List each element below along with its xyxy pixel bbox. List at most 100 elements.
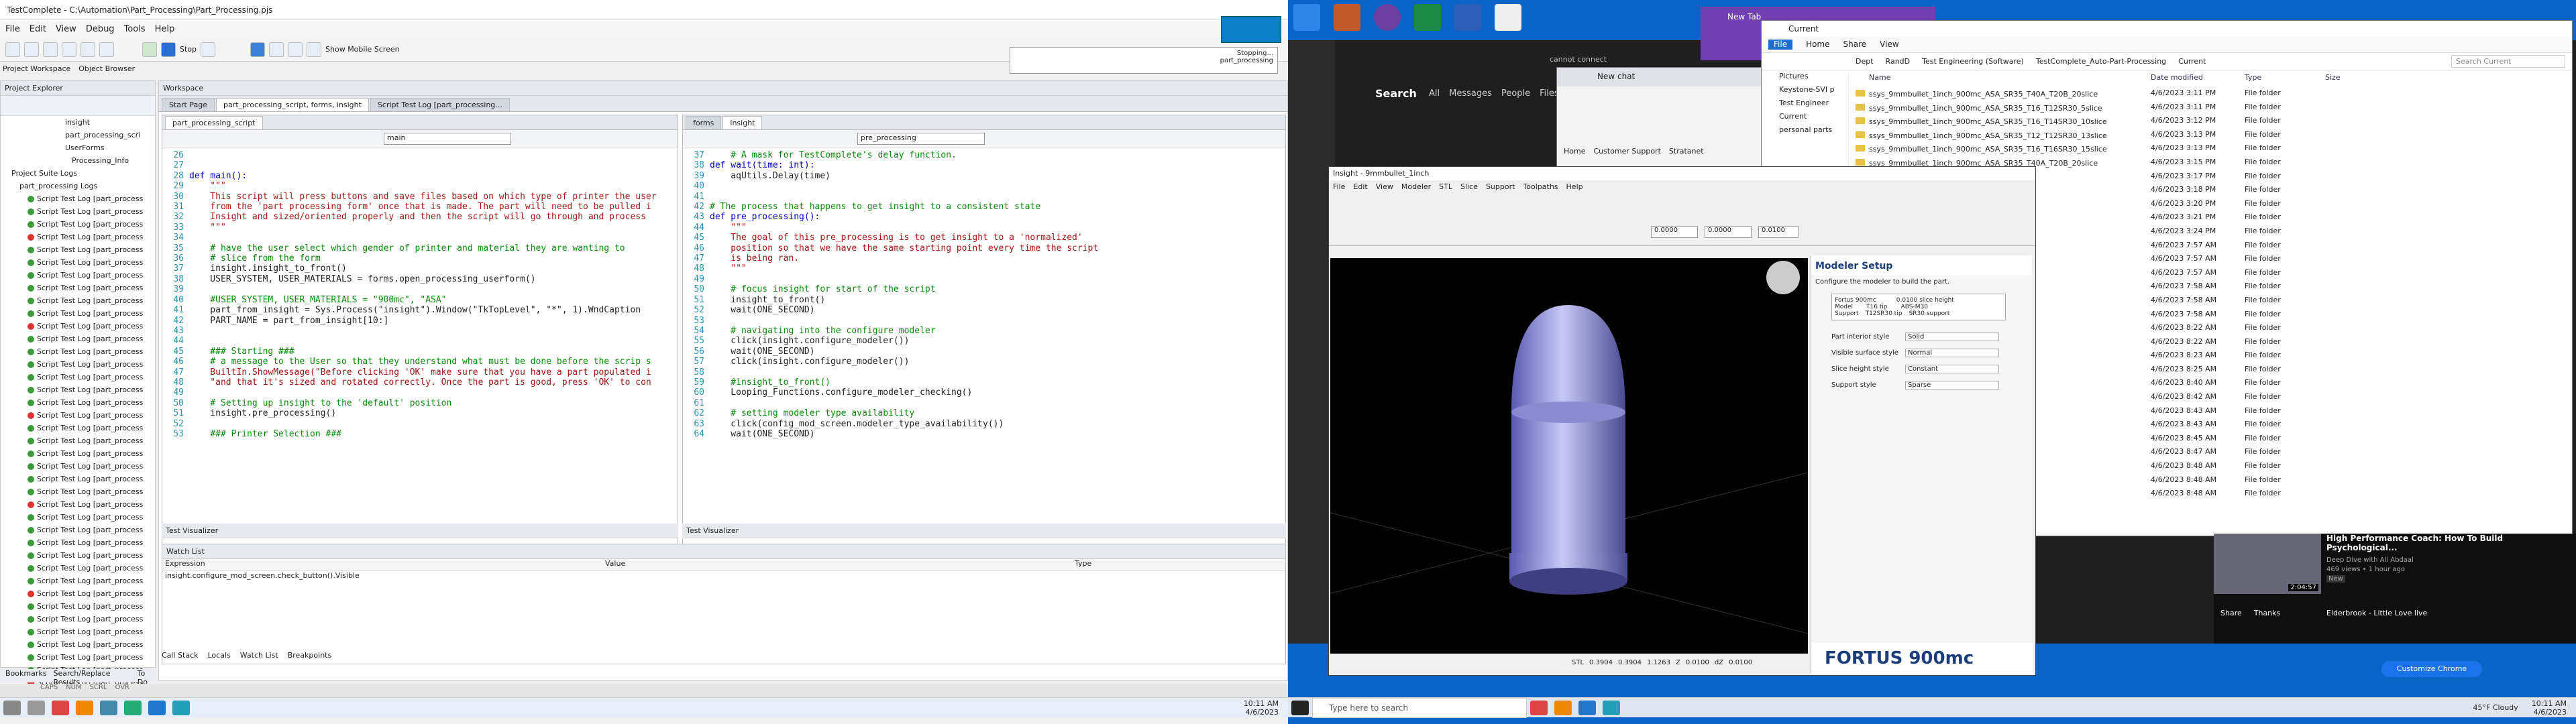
record-icon[interactable] <box>201 42 216 57</box>
tree-suite-logs[interactable]: Project Suite Logs <box>5 167 155 180</box>
log-item[interactable]: Script Test Log [part_process <box>5 434 155 447</box>
header-name[interactable]: Name <box>1856 73 2151 86</box>
tree-logs-root[interactable]: part_processing Logs <box>5 180 155 192</box>
tree-insight[interactable]: insight <box>5 116 155 129</box>
windows-start-icon[interactable] <box>1291 700 1309 715</box>
vscode-taskbar-icon[interactable] <box>1578 700 1596 715</box>
log-item[interactable]: Script Test Log [part_process <box>5 562 155 575</box>
address-bar[interactable]: Dept RandD Test Engineering (Software) T… <box>1762 53 2572 70</box>
firefox-icon[interactable] <box>76 700 93 715</box>
tab-insight[interactable]: insight <box>722 116 763 129</box>
field-x[interactable]: 0.0000 <box>1651 226 1698 238</box>
log-item[interactable]: Script Test Log [part_process <box>5 409 155 422</box>
insight-menu-view[interactable]: View <box>1376 182 1393 193</box>
path-tc-auto[interactable]: TestComplete_Auto-Part-Processing <box>2036 57 2166 66</box>
log-item[interactable]: Script Test Log [part_process <box>5 205 155 218</box>
nav-current[interactable]: Current <box>1762 112 1848 125</box>
bookmark-support[interactable]: Customer Support <box>1593 147 1660 156</box>
file-icon[interactable] <box>1495 4 1521 31</box>
tree-userforms[interactable]: UserForms <box>5 141 155 154</box>
tab-start-page[interactable]: Start Page <box>162 98 215 111</box>
weather[interactable]: 45°F Cloudy <box>2473 703 2532 712</box>
log-item[interactable]: Script Test Log [part_process <box>5 396 155 409</box>
start-icon[interactable] <box>3 700 21 715</box>
cut-icon[interactable] <box>62 42 76 57</box>
new-icon[interactable] <box>5 42 20 57</box>
tab-breakpoints[interactable]: Breakpoints <box>288 651 332 664</box>
field-y[interactable]: 0.0000 <box>1705 226 1752 238</box>
tab-bookmarks[interactable]: Bookmarks <box>5 669 46 682</box>
paste-icon[interactable] <box>99 42 114 57</box>
tab-locals[interactable]: Locals <box>207 651 230 664</box>
log-item[interactable]: Script Test Log [part_process <box>5 536 155 549</box>
desktop-app-icon-4[interactable] <box>1414 4 1441 31</box>
log-item[interactable]: Script Test Log [part_process <box>5 524 155 536</box>
ribbon-home[interactable]: Home <box>1806 40 1829 50</box>
testcomplete-taskbar-icon[interactable] <box>1603 700 1620 715</box>
nav-test-engineer[interactable]: Test Engineer <box>1762 99 1848 112</box>
insight-menu-file[interactable]: File <box>1333 182 1345 193</box>
log-item[interactable]: Script Test Log [part_process <box>5 511 155 524</box>
video-channel[interactable]: Deep Dive with Ali Abdaal <box>2326 556 2414 564</box>
log-item[interactable]: Script Test Log [part_process <box>5 600 155 613</box>
path-randd[interactable]: RandD <box>1886 57 1911 66</box>
log-item[interactable]: Script Test Log [part_process <box>5 231 155 243</box>
tab-watch-list[interactable]: Watch List <box>240 651 278 664</box>
function-dropdown[interactable]: main <box>384 133 511 145</box>
axis-gizmo-icon[interactable] <box>1766 261 1800 294</box>
ribbon-view[interactable]: View <box>1880 40 1898 50</box>
header-type[interactable]: Type <box>2245 73 2325 86</box>
insight-menu-slice[interactable]: Slice <box>1460 182 1478 193</box>
bookmark-stratanet[interactable]: Stratanet <box>1669 147 1704 156</box>
insight-menu-edit[interactable]: Edit <box>1353 182 1367 193</box>
teams-tab-people[interactable]: People <box>1501 88 1530 99</box>
menu-debug[interactable]: Debug <box>86 24 115 34</box>
header-size[interactable]: Size <box>2325 73 2341 86</box>
tab-search-replace[interactable]: Search/Replace Results <box>53 669 130 686</box>
insight-menu-support[interactable]: Support <box>1486 182 1515 193</box>
tab-todo[interactable]: To Do <box>138 669 156 686</box>
excel-icon[interactable] <box>124 700 142 715</box>
watch-row[interactable]: insight.configure_mod_screen.check_butto… <box>162 571 1285 583</box>
log-item[interactable]: Script Test Log [part_process <box>5 345 155 358</box>
menu-tools[interactable]: Tools <box>124 24 146 34</box>
tree-processing-info[interactable]: Processing_Info <box>5 154 155 167</box>
mobile-icon[interactable] <box>307 42 322 57</box>
video-title[interactable]: High Performance Coach: How To Build Psy… <box>2326 534 2568 552</box>
copy-icon[interactable] <box>80 42 95 57</box>
insight-menu-stl[interactable]: STL <box>1439 182 1452 193</box>
tab-script-forms-insight[interactable]: part_processing_script, forms, insight <box>216 98 369 111</box>
log-item[interactable]: Script Test Log [part_process <box>5 243 155 256</box>
modeler-row-select[interactable]: Normal <box>1905 348 1999 357</box>
firefox-taskbar-icon[interactable] <box>1554 700 1572 715</box>
path-current[interactable]: Current <box>2178 57 2206 66</box>
desktop-app-icon-1[interactable] <box>1293 4 1320 31</box>
testcomplete-icon[interactable] <box>172 700 190 715</box>
log-item[interactable]: Script Test Log [part_process <box>5 371 155 383</box>
log-item[interactable]: Script Test Log [part_process <box>5 575 155 587</box>
menu-view[interactable]: View <box>56 24 76 34</box>
pause-icon[interactable] <box>250 42 266 57</box>
step-icon[interactable] <box>269 42 284 57</box>
nav-personal-parts[interactable]: personal parts <box>1762 125 1848 139</box>
search-icon[interactable] <box>28 700 45 715</box>
save-icon[interactable] <box>43 42 58 57</box>
menu-edit[interactable]: Edit <box>30 24 46 34</box>
log-item[interactable]: Script Test Log [part_process <box>5 307 155 320</box>
insight-menu-toolpaths[interactable]: Toolpaths <box>1523 182 1558 193</box>
tab-project-workspace[interactable]: Project Workspace <box>3 64 70 78</box>
ribbon-share[interactable]: Share <box>1843 40 1867 50</box>
mobile-screen-label[interactable]: Show Mobile Screen <box>325 45 400 54</box>
log-item[interactable]: Script Test Log [part_process <box>5 549 155 562</box>
bookmark-home[interactable]: Home <box>1564 147 1585 156</box>
log-item[interactable]: Script Test Log [part_process <box>5 422 155 434</box>
explorer-search[interactable]: Search Current <box>2451 55 2565 68</box>
path-dept[interactable]: Dept <box>1856 57 1874 66</box>
modeler-row-select[interactable]: Sparse <box>1905 380 1999 389</box>
log-item[interactable]: Script Test Log [part_process <box>5 651 155 664</box>
chrome-icon[interactable] <box>52 700 69 715</box>
log-item[interactable]: Script Test Log [part_process <box>5 294 155 307</box>
open-icon[interactable] <box>24 42 39 57</box>
tree-part-processing-script[interactable]: part_processing_scri <box>5 129 155 141</box>
thanks-button[interactable]: Thanks <box>2254 609 2281 617</box>
